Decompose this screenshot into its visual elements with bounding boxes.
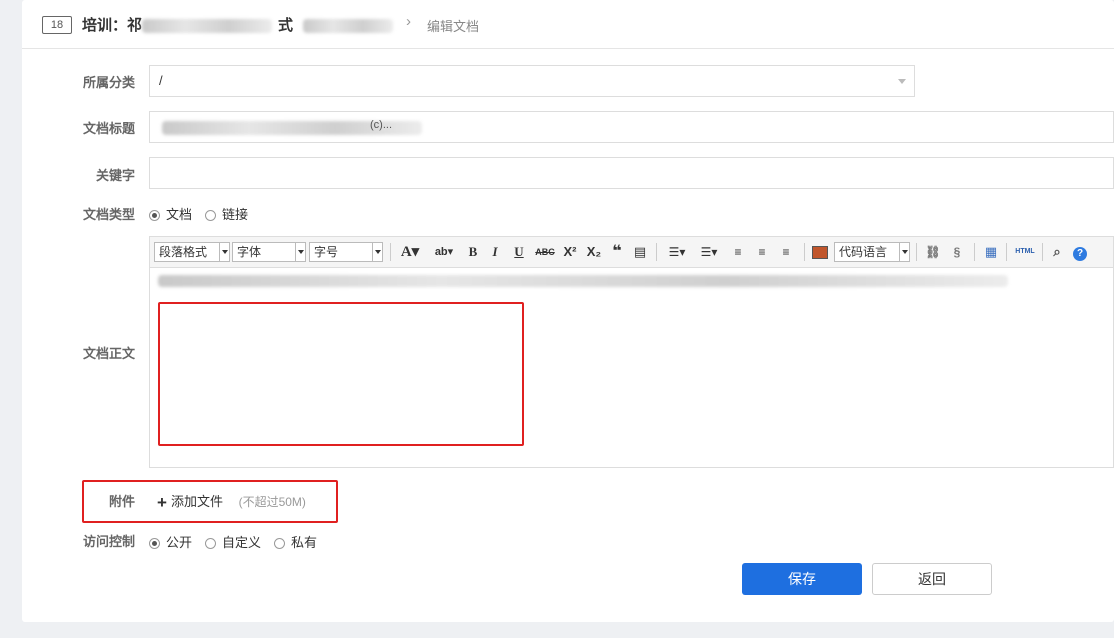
- redacted-title: [142, 19, 273, 34]
- toolbar-divider: [804, 243, 805, 261]
- code-language-select[interactable]: 代码语言: [834, 242, 910, 262]
- underline-icon[interactable]: U: [510, 243, 528, 261]
- chevron-down-icon: [899, 243, 909, 261]
- subscript-icon[interactable]: X₂: [584, 243, 604, 261]
- toolbar-divider: [390, 243, 391, 261]
- doc-type-link-radio[interactable]: 链接: [205, 204, 248, 223]
- radio-unchecked-icon: [274, 538, 285, 550]
- access-label: 访问控制: [82, 534, 135, 549]
- radio-unchecked-icon: [205, 538, 216, 550]
- radio-checked-icon: [149, 210, 160, 222]
- strikethrough-icon[interactable]: ABC: [534, 243, 556, 261]
- access-public-radio[interactable]: 公开: [149, 532, 192, 551]
- font-size-label: 字号: [314, 245, 339, 259]
- doc-type-document-radio[interactable]: 文档: [149, 204, 192, 223]
- preview-icon[interactable]: ⌕: [1048, 243, 1066, 261]
- font-family-select[interactable]: 字体: [232, 242, 306, 262]
- help-icon[interactable]: ?: [1072, 243, 1088, 261]
- breadcrumb-title-prefix: 培训：: [82, 17, 128, 34]
- breadcrumb: 18 培训：祁 式 › 编辑文档: [22, 0, 1114, 49]
- redacted-body-text: [158, 275, 1008, 287]
- paragraph-format-label: 段落格式: [159, 245, 208, 259]
- unordered-list-icon[interactable]: ☰▾: [696, 243, 722, 261]
- toolbar-divider: [1042, 243, 1043, 261]
- align-left-icon[interactable]: ≡: [730, 243, 746, 261]
- toolbar-divider: [916, 243, 917, 261]
- access-public-label: 公开: [166, 535, 193, 550]
- italic-icon[interactable]: I: [486, 243, 504, 261]
- title-input[interactable]: (c)...: [149, 111, 1114, 143]
- paste-text-icon[interactable]: ▤: [632, 243, 648, 261]
- keywords-input[interactable]: [149, 157, 1114, 189]
- chevron-down-icon: [898, 79, 906, 84]
- toolbar-divider: [974, 243, 975, 261]
- body-label: 文档正文: [82, 346, 135, 361]
- breadcrumb-separator-icon: ›: [406, 13, 411, 30]
- align-center-icon[interactable]: ≡: [754, 243, 770, 261]
- breadcrumb-title[interactable]: 培训：祁 式: [82, 14, 394, 35]
- attachment-label: 附件: [108, 494, 135, 509]
- category-label: 所属分类: [82, 75, 135, 90]
- add-file-button[interactable]: + 添加文件 (不超过50M): [157, 491, 306, 513]
- code-language-label: 代码语言: [839, 245, 888, 259]
- font-size-select[interactable]: 字号: [309, 242, 383, 262]
- doc-count-badge: 18: [42, 16, 72, 34]
- radio-checked-icon: [149, 538, 160, 550]
- chevron-down-icon: [372, 243, 382, 261]
- superscript-icon[interactable]: X²: [560, 243, 580, 261]
- chevron-down-icon: [295, 243, 305, 261]
- insert-image-icon[interactable]: [812, 243, 828, 261]
- html-source-icon[interactable]: HTML: [1012, 243, 1038, 261]
- font-family-label: 字体: [237, 245, 262, 259]
- editor-toolbar: 段落格式 字体 字号 A▾ ab▾ B I U ABC X² X₂ ❝ ▤ ☰▾…: [150, 237, 1113, 268]
- access-private-label: 私有: [291, 535, 318, 550]
- category-value: /: [159, 73, 163, 88]
- paragraph-format-select[interactable]: 段落格式: [154, 242, 230, 262]
- title-value-hint: (c)...: [370, 119, 392, 131]
- access-custom-label: 自定义: [222, 535, 262, 550]
- access-custom-radio[interactable]: 自定义: [205, 532, 261, 551]
- highlight-color-icon[interactable]: ab▾: [430, 243, 458, 261]
- blockquote-icon[interactable]: ❝: [608, 243, 626, 261]
- add-file-label: 添加文件: [170, 494, 223, 509]
- table-icon[interactable]: ▦: [982, 243, 1000, 261]
- title-label: 文档标题: [82, 121, 135, 136]
- doc-type-document-label: 文档: [166, 207, 193, 222]
- breadcrumb-title-hint-char2: 式: [278, 17, 294, 34]
- doc-type-link-label: 链接: [222, 207, 249, 222]
- plus-icon: +: [157, 492, 167, 512]
- ordered-list-icon[interactable]: ☰▾: [664, 243, 690, 261]
- highlight-box-body: [158, 302, 524, 446]
- radio-unchecked-icon: [205, 210, 216, 222]
- toolbar-divider: [656, 243, 657, 261]
- font-color-icon[interactable]: A▾: [398, 243, 422, 261]
- chevron-down-icon: [219, 243, 229, 261]
- bold-icon[interactable]: B: [464, 243, 482, 261]
- align-right-icon[interactable]: ≡: [778, 243, 794, 261]
- breadcrumb-current: 编辑文档: [427, 19, 480, 34]
- access-private-radio[interactable]: 私有: [274, 532, 317, 551]
- keywords-label: 关键字: [95, 168, 135, 183]
- file-size-hint: (不超过50M): [238, 495, 306, 509]
- toolbar-divider: [1006, 243, 1007, 261]
- link-icon[interactable]: ⛓: [924, 243, 942, 261]
- edit-doc-panel: 18 培训：祁 式 › 编辑文档 所属分类 / 文档标题 (c)... 关键字 文…: [22, 0, 1114, 622]
- back-button[interactable]: 返回: [872, 563, 992, 595]
- category-select[interactable]: /: [149, 65, 915, 97]
- save-button[interactable]: 保存: [742, 563, 862, 595]
- redacted-title-tail: [303, 19, 394, 34]
- doc-type-label: 文档类型: [82, 207, 135, 222]
- unlink-icon[interactable]: §: [948, 243, 966, 261]
- breadcrumb-title-hint-char: 祁: [127, 17, 143, 34]
